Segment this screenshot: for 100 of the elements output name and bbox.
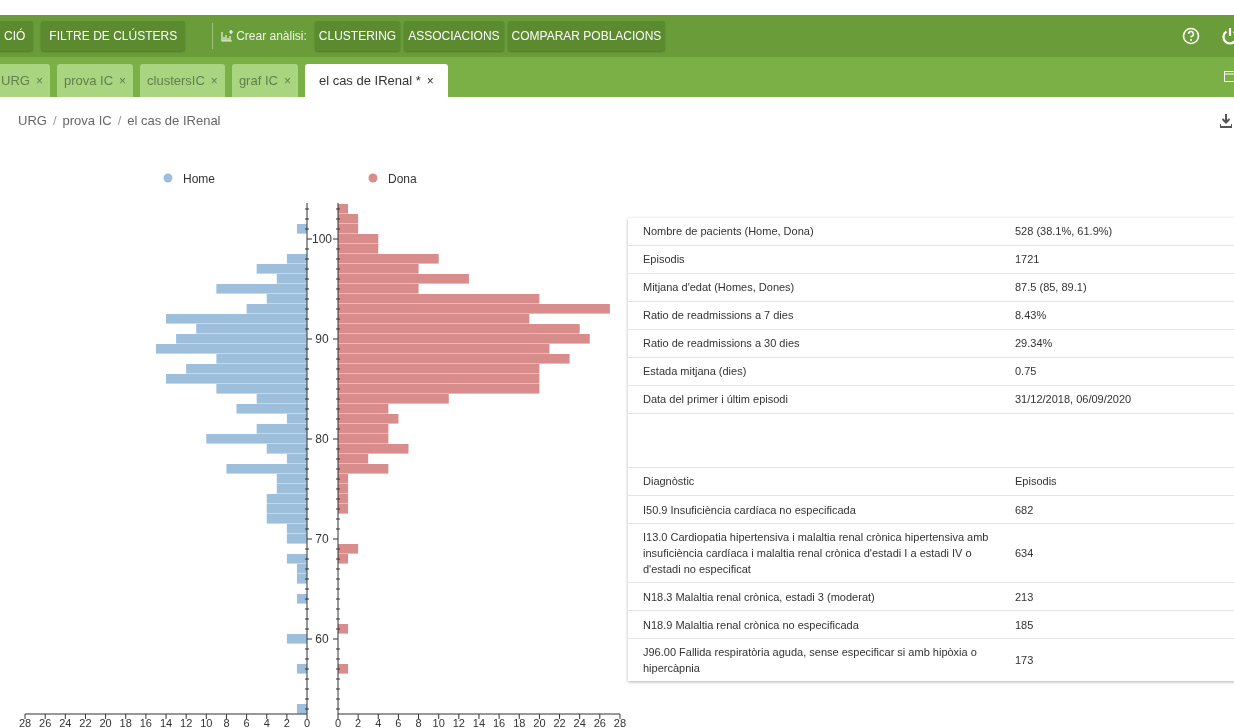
axis-tick-label: 80: [315, 432, 329, 446]
download-icon[interactable]: [1220, 114, 1232, 128]
power-icon[interactable]: [1222, 27, 1234, 45]
bar: [296, 224, 307, 234]
table-cell-text: 0.75: [1015, 364, 1037, 380]
table-cell-text: 173: [1015, 653, 1034, 668]
axis-tick-label: 22: [79, 717, 92, 728]
table-cell-text: 8.43%: [1015, 308, 1047, 324]
legend-label: Home: [183, 171, 215, 186]
axis-tick-label: 2: [283, 717, 290, 728]
tab[interactable]: URG ×: [0, 64, 50, 97]
axis-tick-label: 6: [395, 717, 402, 728]
bar: [296, 594, 307, 604]
column-header: Diagnòstic: [643, 474, 696, 490]
axis-tick-label: 20: [99, 717, 112, 728]
analysis-button[interactable]: COMPARAR POBLACIONS: [507, 21, 666, 51]
axis-tick-label: 8: [223, 717, 230, 728]
column-header: Episodis: [1015, 474, 1057, 490]
axis-tick-label: 14: [159, 717, 173, 728]
close-icon[interactable]: ×: [426, 71, 434, 90]
tab[interactable]: clustersIC ×: [140, 64, 225, 97]
axis-tick-label: 6: [243, 717, 250, 728]
axis-tick-label: 70: [315, 532, 329, 546]
table-cell-text: I13.0 Cardiopatia hipertensiva i malaltia renal crònica hipertensiva amb insuficiència cardíaca i malaltia renal crònica d'estadi I a estadi IV o d'estadi no especificat: [643, 530, 990, 577]
window-icon[interactable]: [1224, 71, 1234, 83]
table-cell-text: 528 (38.1%, 61.9%): [1015, 224, 1113, 240]
bar: [286, 534, 307, 544]
axis-tick-label: 22: [553, 717, 566, 728]
table-cell-text: 213: [1015, 589, 1034, 605]
tab-label[interactable]: prova IC: [63, 70, 114, 91]
table-cell-text: N18.3 Malaltia renal crònica, estadi 3 (moderat): [643, 589, 876, 605]
axis-tick-label: 0: [334, 717, 342, 728]
table-cell-text: Ratio de readmissions a 30 dies: [643, 336, 801, 352]
bar: [276, 484, 307, 494]
tab-label[interactable]: URG: [1, 70, 30, 91]
legend-label: Dona: [388, 171, 417, 186]
axis-tick-label: 24: [573, 717, 586, 728]
bar: [338, 664, 349, 674]
axis-tick-label: 10: [432, 717, 445, 728]
table-cell-text: Ratio de readmissions a 7 dies: [643, 308, 795, 324]
tab-label[interactable]: el cas de IRenal *: [318, 70, 421, 91]
tab-label[interactable]: clustersIC: [147, 70, 205, 91]
table-cell-text: I50.9 Insuficiència cardíaca no especificada: [643, 502, 857, 518]
nav-button[interactable]: FILTRE DE CLÚSTERS: [41, 21, 186, 51]
axis-tick-label: 26: [39, 717, 52, 728]
breadcrumb-link[interactable]: el cas de IRenal: [127, 111, 221, 131]
axis-tick-label: 0: [303, 717, 311, 728]
bar: [338, 504, 349, 514]
tab[interactable]: prova IC ×: [56, 64, 134, 97]
table-cell-text: J96.00 Fallida respiratòria aguda, sense especificar si amb hipòxia o hipercàpnia: [643, 645, 978, 676]
table-cell-text: 87.5 (85, 89.1): [1015, 280, 1087, 296]
bar: [338, 484, 349, 494]
axis-tick-label: 10: [200, 717, 213, 728]
table-cell-text: 1721: [1015, 252, 1040, 268]
bar: [266, 504, 307, 514]
close-icon[interactable]: ×: [119, 71, 127, 90]
close-icon[interactable]: ×: [35, 71, 43, 90]
analysis-button[interactable]: ASSOCIACIONS: [404, 21, 504, 51]
axis-tick-label: 4: [375, 717, 382, 728]
tab[interactable]: graf IC ×: [231, 64, 298, 97]
nav-button[interactable]: CIÓ: [0, 21, 34, 51]
breadcrumb-separator: /: [117, 112, 122, 130]
bar: [338, 434, 389, 444]
axis-tick-label: 12: [180, 717, 193, 728]
bar: [338, 414, 399, 424]
bar: [338, 494, 349, 504]
bar: [296, 574, 307, 584]
breadcrumb-link[interactable]: URG: [18, 111, 47, 131]
create-analysis-label: Crear anàlisi:: [236, 28, 307, 45]
axis-tick-label: 16: [139, 717, 152, 728]
tab[interactable]: el cas de IRenal * ×: [304, 64, 448, 97]
table-cell-text: 29.34%: [1015, 336, 1053, 352]
axis-tick-label: 14: [472, 717, 486, 728]
help-icon[interactable]: [1182, 27, 1200, 45]
close-icon[interactable]: ×: [210, 71, 218, 90]
tab-label[interactable]: graf IC: [238, 70, 278, 91]
bar: [338, 624, 349, 634]
breadcrumb-link[interactable]: prova IC: [62, 111, 112, 131]
axis-tick-label: 12: [452, 717, 465, 728]
axis-tick-label: 28: [18, 717, 32, 728]
axis-tick-label: 8: [415, 717, 422, 728]
table-cell-text: 634: [1015, 546, 1034, 561]
table-cell-text: 31/12/2018, 06/09/2020: [1015, 392, 1132, 408]
breadcrumb-separator: /: [52, 112, 57, 130]
table-cell-text: N18.9 Malaltia renal crònica no especificada: [643, 617, 860, 633]
axis-tick-label: 28: [613, 717, 627, 728]
bar: [266, 494, 307, 504]
axis-tick-label: 18: [513, 717, 526, 728]
bar: [296, 664, 307, 674]
axis-tick-label: 16: [493, 717, 506, 728]
close-icon[interactable]: ×: [283, 71, 291, 90]
bar: [338, 424, 389, 434]
bar: [286, 634, 307, 644]
axis-tick-label: 90: [315, 332, 329, 346]
analysis-button[interactable]: CLUSTERING: [314, 21, 401, 51]
axis-tick-label: 20: [533, 717, 546, 728]
table-cell-text: Data del primer i últim episodi: [643, 392, 789, 408]
axis-tick-label: 18: [119, 717, 132, 728]
table-cell-text: Estada mitjana (dies): [643, 364, 748, 380]
table-cell-text: Mitjana d'edat (Homes, Dones): [643, 280, 796, 296]
